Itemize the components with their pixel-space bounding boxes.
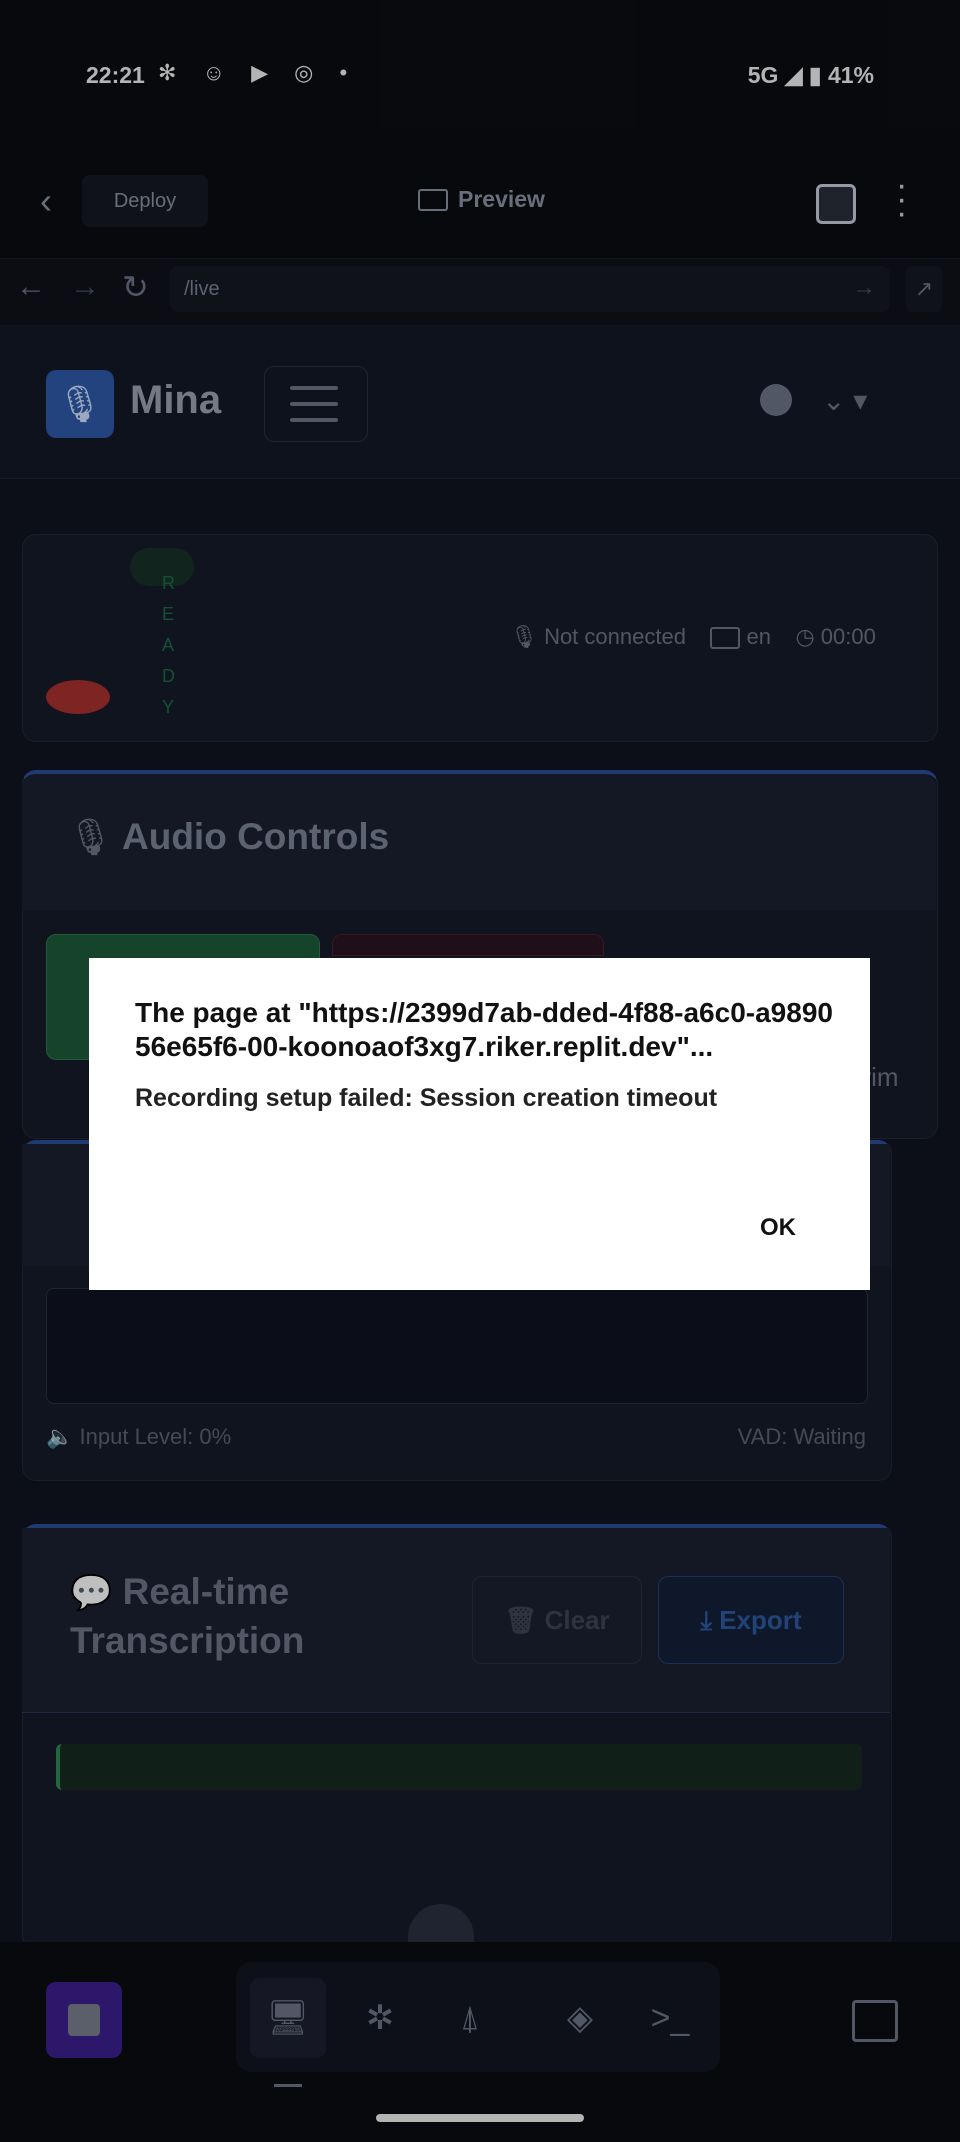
alert-message: Recording setup failed: Session creation… <box>135 1084 718 1112</box>
alert-title: The page at "https://2399d7ab-dded-4f88-… <box>135 997 833 1062</box>
ok-button[interactable]: OK <box>760 1214 796 1242</box>
